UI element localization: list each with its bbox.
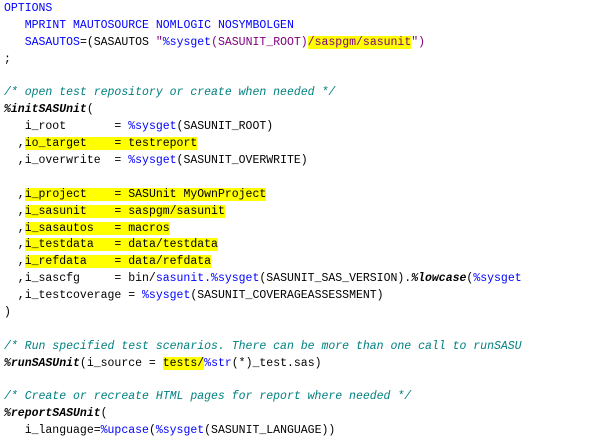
code-token: )	[4, 306, 11, 320]
highlighted-token: i_sasautos = macros	[24, 221, 170, 235]
code-line: /* Create or recreate HTML pages for rep…	[0, 389, 603, 406]
code-line: i_root = %sysget(SASUNIT_ROOT)	[0, 119, 603, 136]
code-token: %upcase	[100, 424, 149, 438]
code-token: %initSASUnit	[4, 103, 87, 117]
code-token: sasunit.	[155, 272, 212, 286]
code-line: ;	[0, 52, 603, 69]
code-token: %reportSASUnit	[4, 407, 101, 421]
code-line: OPTIONS	[0, 1, 603, 18]
code-token: ,	[4, 238, 25, 252]
code-line: ,i_testcoverage = %sysget(SASUNIT_COVERA…	[0, 288, 603, 305]
code-token: %sysget	[162, 35, 212, 49]
code-line: i_language=%upcase(%sysget(SASUNIT_LANGU…	[0, 423, 603, 440]
code-token: ,i_testcoverage =	[4, 289, 143, 303]
code-token: %lowcase	[411, 272, 467, 286]
code-token: ")	[411, 35, 426, 49]
code-token: %sysget	[155, 424, 205, 438]
code-token: SASAUTOS	[24, 35, 80, 49]
code-token: (	[100, 407, 108, 421]
code-token: (SASUNIT_OVERWRITE)	[176, 154, 308, 168]
code-token: /* Run specified test scenarios. There c…	[4, 339, 522, 353]
highlighted-token: i_refdata = data/refdata	[24, 255, 212, 269]
code-token: %sysget	[142, 289, 191, 303]
code-line: MPRINT MAUTOSOURCE NOMLOGIC NOSYMBOLGEN	[0, 18, 603, 35]
code-line: %runSASUnit(i_source = tests/%str(*)_tes…	[0, 356, 603, 373]
code-token: (SASUNIT_SAS_VERSION).	[259, 272, 412, 286]
code-token: OPTIONS	[4, 2, 53, 15]
code-line: ,i_project = SASUnit MyOwnProject	[0, 187, 603, 204]
code-token: (	[148, 424, 156, 438]
code-line: )	[0, 305, 603, 322]
code-token: %sysget	[211, 272, 260, 286]
code-token: (*)_test.sas)	[231, 356, 322, 370]
code-token: ,	[4, 187, 25, 201]
code-token: /* Create or recreate HTML pages for rep…	[4, 390, 412, 404]
code-token: (SASUNIT_ROOT)	[176, 120, 274, 134]
code-token: ,	[4, 221, 25, 235]
code-token: %str	[204, 356, 232, 370]
code-token: ,i_sascfg = bin/	[4, 272, 156, 286]
code-token: (SASUNIT_LANGUAGE))	[204, 424, 336, 438]
code-token: (i_source =	[79, 356, 163, 370]
code-token: "	[155, 35, 163, 49]
highlighted-token: i_project = SASUnit MyOwnProject	[24, 187, 267, 201]
code-token: %runSASUnit	[4, 356, 80, 370]
highlighted-token: /saspgm/sasunit	[307, 35, 412, 49]
code-token: ,	[4, 204, 25, 218]
code-token: ,	[4, 137, 25, 151]
code-token: ,	[4, 255, 25, 269]
code-token: i_language=	[4, 424, 101, 438]
code-token: =(SASAUTOS	[79, 35, 156, 49]
code-token: %sysget	[128, 120, 177, 134]
highlighted-token: io_target = testreport	[24, 137, 198, 151]
code-line: ,i_testdata = data/testdata	[0, 237, 603, 254]
code-line: ,i_sasautos = macros	[0, 221, 603, 238]
code-token: i_root =	[4, 120, 129, 134]
code-line: ,i_sascfg = bin/sasunit.%sysget(SASUNIT_…	[0, 271, 603, 288]
code-line: %initSASUnit(	[0, 102, 603, 119]
code-line: ,i_refdata = data/refdata	[0, 254, 603, 271]
highlighted-token: i_sasunit = saspgm/sasunit	[24, 204, 225, 218]
code-token: (SASUNIT_COVERAGEASSESSMENT)	[190, 289, 384, 303]
code-token: %sysget	[128, 154, 177, 168]
code-line: ,i_sasunit = saspgm/sasunit	[0, 204, 603, 221]
code-token: %sysget	[473, 272, 522, 286]
code-token: ;	[4, 52, 11, 66]
code-token: (SASUNIT_ROOT)	[211, 35, 308, 49]
code-token: /* open test repository or create when n…	[4, 86, 336, 100]
code-line: /* Run specified test scenarios. There c…	[0, 339, 603, 356]
highlighted-token: i_testdata = data/testdata	[24, 238, 218, 252]
highlighted-token: tests/	[162, 356, 205, 370]
code-line: %reportSASUnit(	[0, 406, 603, 423]
code-token: MPRINT MAUTOSOURCE NOMLOGIC NOSYMBOLGEN	[24, 18, 294, 32]
code-line: SASAUTOS=(SASAUTOS "%sysget(SASUNIT_ROOT…	[0, 35, 603, 52]
code-editor[interactable]: OPTIONS MPRINT MAUTOSOURCE NOMLOGIC NOSY…	[0, 0, 603, 445]
code-token: ,i_overwrite =	[4, 154, 129, 168]
code-line: ,i_overwrite = %sysget(SASUNIT_OVERWRITE…	[0, 153, 603, 170]
code-token: (	[86, 103, 94, 117]
code-line: ,io_target = testreport	[0, 136, 603, 153]
code-line: /* open test repository or create when n…	[0, 85, 603, 102]
